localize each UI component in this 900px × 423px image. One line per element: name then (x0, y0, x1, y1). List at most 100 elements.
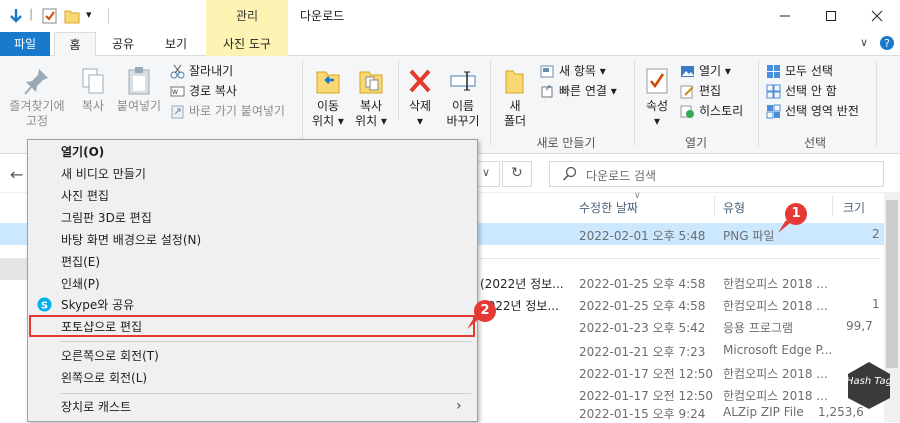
ribbon-tab-row: 파일 홈 공유 보기 사진 도구 ∨ ? (0, 32, 900, 57)
invert-selection-label: 선택 영역 반전 (785, 104, 859, 118)
rename-icon (449, 66, 477, 96)
select-all-icon (766, 64, 781, 79)
down-arrow-icon[interactable] (8, 7, 24, 25)
pin-quick-access-label: 즐겨찾기에 고정 (9, 99, 65, 128)
menu-item-print[interactable]: 인쇄(P) (28, 273, 477, 295)
tab-file[interactable]: 파일 (0, 32, 50, 56)
select-none-icon (766, 84, 781, 99)
select-all-button[interactable]: 모두 선택 (766, 62, 833, 80)
new-folder-icon[interactable] (64, 7, 80, 25)
menu-item-open[interactable]: 열기(O) (28, 141, 477, 163)
paste-label: 붙여넣기 (116, 99, 162, 113)
menu-item-share-skype[interactable]: Skype와 공유 (28, 294, 477, 316)
refresh-button[interactable]: ↻ (502, 161, 532, 187)
menu-item-set-desktop-background[interactable]: 바탕 화면 배경으로 설정(N) (28, 229, 477, 251)
folder-icon (501, 66, 529, 96)
column-header-size[interactable]: 크기 (843, 199, 865, 216)
move-to-button[interactable]: 이동 위치 ▾ (308, 66, 348, 129)
paste-button[interactable]: 붙여넣기 (114, 66, 164, 114)
properties-check-icon[interactable] (42, 7, 58, 25)
copy-to-icon (357, 66, 385, 96)
image-icon (680, 64, 695, 79)
close-button[interactable] (854, 0, 900, 32)
cut-button[interactable]: 잘라내기 (170, 62, 233, 80)
search-placeholder: 다운로드 검색 (586, 169, 657, 183)
copy-button[interactable]: 복사 (74, 66, 112, 114)
file-modified: 2022-01-25 오후 4:58 (579, 277, 706, 291)
search-input[interactable]: 다운로드 검색 (549, 161, 884, 187)
file-type: ALZip ZIP File (723, 405, 804, 419)
file-type: 한컴오피스 2018 ... (723, 299, 828, 313)
copy-path-button[interactable]: W 경로 복사 (170, 82, 237, 100)
chevron-right-icon: › (456, 398, 462, 414)
back-arrow-icon[interactable]: ← (10, 165, 23, 184)
delete-button[interactable]: 삭제 ▾ (402, 66, 438, 129)
file-modified: 2022-01-23 오후 5:42 (579, 321, 706, 335)
ribbon-group-separator (490, 60, 491, 146)
annotation-pointer-2-icon (467, 316, 479, 329)
chevron-down-icon: ∨ (482, 166, 491, 179)
tab-share[interactable]: 공유 (100, 32, 146, 56)
search-icon (562, 166, 577, 184)
file-size: 1 (872, 297, 880, 311)
collapse-ribbon-chevron-icon[interactable]: ∨ (860, 36, 868, 49)
copy-to-label: 복사 위치 ▾ (355, 99, 387, 128)
menu-item-rotate-left[interactable]: 왼쪽으로 회전(L) (28, 367, 477, 389)
delete-label: 삭제 ▾ (408, 99, 432, 128)
properties-button[interactable]: 속성 ▾ (640, 66, 674, 129)
paste-shortcut-button[interactable]: 바로 가기 붙여넣기 (170, 102, 285, 120)
edit-label: 편집 (699, 84, 722, 98)
select-all-label: 모두 선택 (785, 64, 833, 78)
file-modified: 2022-01-21 오후 7:23 (579, 345, 706, 359)
open-button[interactable]: 열기 ▾ (680, 62, 731, 80)
title-separator (108, 8, 109, 24)
rename-button[interactable]: 이름 바꾸기 (442, 66, 484, 129)
properties-label: 속성 ▾ (645, 99, 669, 128)
easy-access-icon (540, 84, 555, 99)
column-divider (832, 196, 833, 216)
ribbon-group-separator (302, 60, 303, 146)
file-modified: 2022-01-15 오후 9:24 (579, 407, 706, 421)
column-header-modified[interactable]: 수정한 날짜 (579, 199, 638, 216)
move-to-label: 이동 위치 ▾ (312, 99, 344, 128)
group-label-open: 열기 (684, 136, 708, 150)
delete-x-icon (406, 66, 434, 96)
column-header-type[interactable]: 유형 (723, 199, 745, 216)
easy-access-button[interactable]: 빠른 연결 ▾ (540, 82, 617, 100)
menu-item-rotate-right[interactable]: 오른쪽으로 회전(T) (28, 345, 477, 367)
copy-path-icon: W (170, 84, 185, 99)
file-type: 한컴오피스 2018 ... (723, 367, 828, 381)
customize-qat-chevron-icon[interactable]: ▾ (86, 8, 102, 26)
file-modified: 2022-02-01 오후 5:48 (579, 229, 706, 243)
annotation-highlight-box (29, 315, 475, 337)
copy-icon (79, 66, 107, 96)
help-icon[interactable]: ? (879, 35, 895, 54)
new-item-button[interactable]: 새 항목 ▾ (540, 62, 606, 80)
select-none-button[interactable]: 선택 안 함 (766, 82, 837, 100)
tab-picture-tools[interactable]: 사진 도구 (206, 32, 288, 56)
edit-button[interactable]: 편집 (680, 82, 721, 100)
paste-shortcut-label: 바로 가기 붙여넣기 (189, 104, 285, 118)
menu-item-cast-to-device[interactable]: 장치로 캐스트 (28, 396, 477, 418)
file-type: 한컴오피스 2018 ... (723, 277, 828, 291)
pin-quick-access-button[interactable]: 즐겨찾기에 고정 (4, 66, 70, 129)
open-label: 열기 ▾ (699, 64, 731, 78)
history-button[interactable]: 히스토리 (680, 102, 743, 120)
address-dropdown[interactable]: ∨ (478, 161, 500, 187)
menu-item-edit-photo[interactable]: 사진 편집 (28, 185, 477, 207)
svg-text:W: W (172, 89, 178, 96)
menu-item-edit-paint3d[interactable]: 그림판 3D로 편집 (28, 207, 477, 229)
maximize-button[interactable] (808, 0, 854, 32)
scrollbar-thumb[interactable] (886, 200, 898, 368)
tab-home[interactable]: 홈 (54, 32, 96, 57)
tab-view[interactable]: 보기 (152, 32, 200, 56)
move-to-icon (314, 66, 342, 96)
invert-selection-button[interactable]: 선택 영역 반전 (766, 102, 859, 120)
menu-item-new-video[interactable]: 새 비디오 만들기 (28, 163, 477, 185)
new-folder-button[interactable]: 새 폴더 (498, 66, 532, 129)
copy-to-button[interactable]: 복사 위치 ▾ (350, 66, 392, 129)
menu-item-edit[interactable]: 편집(E) (28, 251, 477, 273)
title-bar: │ ▾ 관리 다운로드 (0, 0, 900, 32)
new-item-icon (540, 64, 555, 79)
minimize-button[interactable] (762, 0, 808, 32)
